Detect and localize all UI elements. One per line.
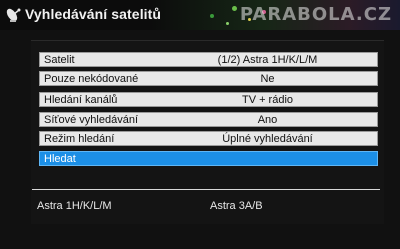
sparkle-decoration: [210, 14, 214, 18]
menu-item-free-to-air-only[interactable]: Pouze nekódované Ne: [39, 71, 378, 86]
sparkle-decoration: [226, 22, 229, 25]
search-button[interactable]: Hledat: [39, 151, 378, 166]
satellite-list-item: Astra 1H/K/L/M: [37, 200, 112, 212]
menu-item-label: Hledat: [44, 153, 76, 165]
menu-item-label: Režim hledání: [44, 133, 115, 145]
tv-screen: Vyhledávání satelitů PARABOLA.CZ Satelit…: [0, 0, 400, 249]
menu-item-label: Síťové vyhledávání: [44, 114, 139, 126]
page-title: Vyhledávání satelitů: [25, 6, 162, 22]
menu-item-value: Ano: [257, 114, 278, 126]
menu-item-label: Hledání kanálů: [44, 94, 118, 106]
menu-item-channel-search[interactable]: Hledání kanálů TV + rádio: [39, 92, 378, 107]
menu-item-label: Pouze nekódované: [44, 73, 139, 85]
menu-item-value: Úplné vyhledávání: [222, 133, 313, 145]
sparkle-decoration: [232, 6, 237, 11]
menu-item-search-mode[interactable]: Režim hledání Úplné vyhledávání: [39, 131, 378, 146]
menu-item-network-search[interactable]: Síťové vyhledávání Ano: [39, 112, 378, 127]
menu-item-value: (1/2) Astra 1H/K/L/M: [217, 54, 318, 66]
menu-item-label: Satelit: [44, 54, 75, 66]
title-bar: Vyhledávání satelitů PARABOLA.CZ: [0, 0, 400, 30]
menu-item-value: TV + rádio: [241, 94, 294, 106]
divider: [32, 189, 380, 190]
satellite-dish-icon: [5, 7, 22, 28]
satellite-list-item: Astra 3A/B: [210, 200, 263, 212]
menu-item-satellite[interactable]: Satelit (1/2) Astra 1H/K/L/M: [39, 52, 378, 67]
watermark-logo: PARABOLA.CZ: [239, 4, 392, 25]
menu-item-value: Ne: [260, 73, 275, 85]
